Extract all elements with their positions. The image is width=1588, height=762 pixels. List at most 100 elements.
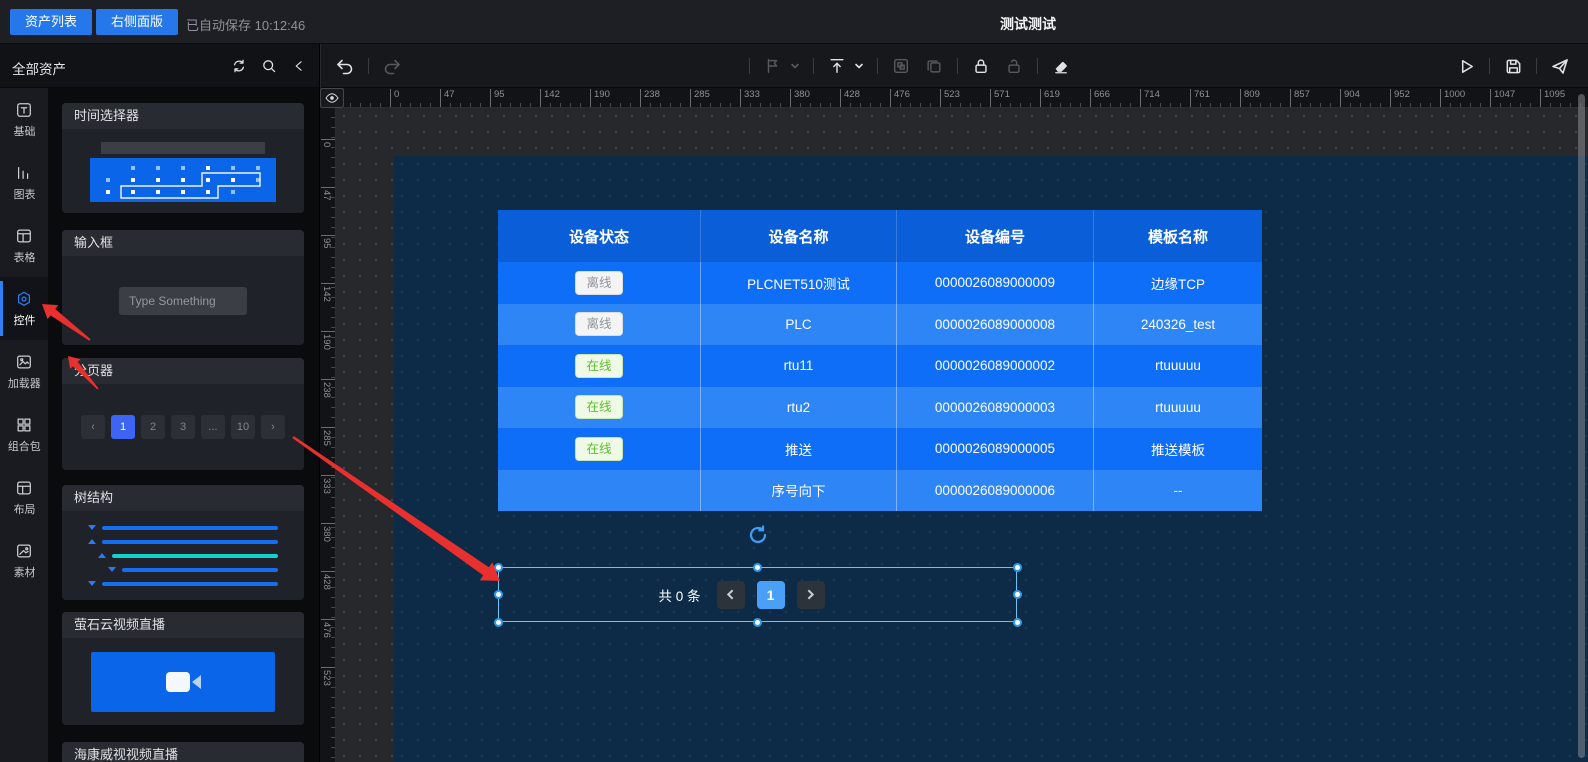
copy-icon[interactable] <box>924 56 944 76</box>
chevron-down-icon[interactable] <box>854 61 864 71</box>
rail-item-layout[interactable]: 布局 <box>0 466 48 529</box>
table-row: 离线PLCNET510测试0000026089000009边缘TCP <box>498 262 1262 304</box>
status-badge: 在线 <box>575 437 622 461</box>
widget-refresh-icon[interactable] <box>747 524 769 546</box>
toolbar-divider <box>877 58 878 74</box>
pagination-preview-button: 2 <box>141 415 165 439</box>
next-page-button[interactable] <box>797 581 825 609</box>
pagination-preview-button: ‹ <box>81 415 105 439</box>
table-cell-name: PLC <box>701 304 897 346</box>
ruler-eye-toggle[interactable] <box>320 88 344 108</box>
table-cell-template: 240326_test <box>1094 304 1262 346</box>
table-cell-status: 离线 <box>498 262 701 304</box>
table-cell-name: rtu2 <box>701 387 897 429</box>
column-header: 设备名称 <box>701 210 897 262</box>
chevron-down-icon[interactable] <box>790 61 800 71</box>
eye-icon <box>325 92 339 104</box>
card-input[interactable]: 输入框 Type Something <box>62 230 304 345</box>
toolbar-divider <box>368 58 369 74</box>
lock-icon[interactable] <box>971 56 991 76</box>
vertical-scrollbar[interactable] <box>1578 94 1585 758</box>
table-cell-name: 推送 <box>701 428 897 470</box>
rail-item-widgets[interactable]: 控件 <box>0 277 48 340</box>
selection-handle[interactable] <box>494 563 503 572</box>
autosave-status: 已自动保存 10:12:46 <box>186 15 305 34</box>
save-icon[interactable] <box>1503 56 1523 76</box>
caret-up-icon <box>98 553 106 558</box>
align-top-icon[interactable] <box>827 56 847 76</box>
table-cell-code: 0000026089000009 <box>897 262 1094 304</box>
group-icon[interactable] <box>891 56 911 76</box>
device-table[interactable]: 设备状态 设备名称 设备编号 模板名称 离线PLCNET510测试0000026… <box>498 210 1262 511</box>
rail-item-loaders[interactable]: 加载器 <box>0 340 48 403</box>
asset-list-button[interactable]: 资产列表 <box>10 9 92 35</box>
card-tree[interactable]: 树结构 <box>62 485 304 600</box>
selection-handle[interactable] <box>753 563 762 572</box>
app-window: 资产列表 右侧面版 已自动保存 10:12:46 测试测试 全部资产 <box>0 0 1588 762</box>
status-badge: 在线 <box>575 395 622 419</box>
selection-handle[interactable] <box>1013 590 1022 599</box>
card-video[interactable]: 萤石云视频直播 <box>62 612 304 725</box>
selection-handle[interactable] <box>1013 618 1022 627</box>
eraser-icon[interactable] <box>1051 56 1071 76</box>
undo-icon[interactable] <box>335 56 355 76</box>
rail-item-materials[interactable]: 素材 <box>0 529 48 592</box>
play-icon[interactable] <box>1456 56 1476 76</box>
selected-pagination-widget[interactable]: 共 0 条 1 <box>498 567 1017 622</box>
rail-item-charts[interactable]: 图表 <box>0 151 48 214</box>
prev-page-button[interactable] <box>717 581 745 609</box>
table-row: 在线rtu110000026089000002rtuuuuu <box>498 345 1262 387</box>
vertical-ruler: 04795142190238285333380428476523 <box>320 108 336 762</box>
right-panel-button[interactable]: 右侧面版 <box>96 9 178 35</box>
canvas-toolbar <box>321 44 1588 88</box>
table-cell-name: rtu11 <box>701 345 897 387</box>
table-cell-code: 0000026089000005 <box>897 428 1094 470</box>
toolbar-divider <box>957 58 958 74</box>
selection-handle[interactable] <box>753 618 762 627</box>
tree-preview <box>88 526 278 586</box>
selection-handle[interactable] <box>1013 563 1022 572</box>
pagination-preview-button: 1 <box>111 415 135 439</box>
send-icon[interactable] <box>1550 56 1570 76</box>
asset-panel-header: 全部资产 <box>0 44 320 88</box>
card-time-picker[interactable]: 时间选择器 <box>62 103 304 213</box>
page-title: 测试测试 <box>1000 14 1056 34</box>
selection-handle[interactable] <box>494 618 503 627</box>
toolbar-divider <box>1489 58 1490 74</box>
table-cell-code: 0000026089000006 <box>897 470 1094 512</box>
table-row: 离线PLC0000026089000008240326_test <box>498 304 1262 346</box>
redo-icon[interactable] <box>382 56 402 76</box>
rail-item-basic[interactable]: 基础 <box>0 88 48 151</box>
unlock-icon[interactable] <box>1004 56 1024 76</box>
table-cell-code: 0000026089000002 <box>897 345 1094 387</box>
rail-item-tables[interactable]: 表格 <box>0 214 48 277</box>
table-cell-name: 序号向下 <box>701 470 897 512</box>
device-table-header: 设备状态 设备名称 设备编号 模板名称 <box>498 210 1262 262</box>
search-icon[interactable] <box>259 56 279 76</box>
card-title: 时间选择器 <box>62 103 304 129</box>
topbar: 资产列表 右侧面版 已自动保存 10:12:46 测试测试 <box>0 0 1588 44</box>
table-cell-code: 0000026089000003 <box>897 387 1094 429</box>
current-page-button[interactable]: 1 <box>757 581 785 609</box>
card-title: 输入框 <box>62 230 304 256</box>
card-partial[interactable]: 海康威视视频直播 <box>62 742 304 762</box>
video-camera-icon <box>91 652 275 712</box>
collapse-left-icon[interactable] <box>289 56 309 76</box>
selection-handle[interactable] <box>494 590 503 599</box>
flag-icon[interactable] <box>763 56 783 76</box>
asset-panel-title: 全部资产 <box>12 58 66 78</box>
input-preview: Type Something <box>119 287 247 315</box>
horizontal-ruler: 0479514219023828533338042847652357161966… <box>344 88 1588 108</box>
chevron-right-icon <box>804 590 814 600</box>
table-cell-status: 离线 <box>498 304 701 346</box>
refresh-icon[interactable] <box>229 56 249 76</box>
time-picker-preview <box>90 140 276 202</box>
toolbar-divider <box>1536 58 1537 74</box>
rail-item-packages[interactable]: 组合包 <box>0 403 48 466</box>
column-header: 设备编号 <box>897 210 1094 262</box>
pagination-preview-button: 10 <box>231 415 255 439</box>
table-cell-status: 在线 <box>498 345 701 387</box>
table-cell-template: -- <box>1094 470 1262 512</box>
card-pagination[interactable]: 分页器 ‹123...10› <box>62 358 304 470</box>
table-row: 在线rtu20000026089000003rtuuuuu <box>498 387 1262 429</box>
